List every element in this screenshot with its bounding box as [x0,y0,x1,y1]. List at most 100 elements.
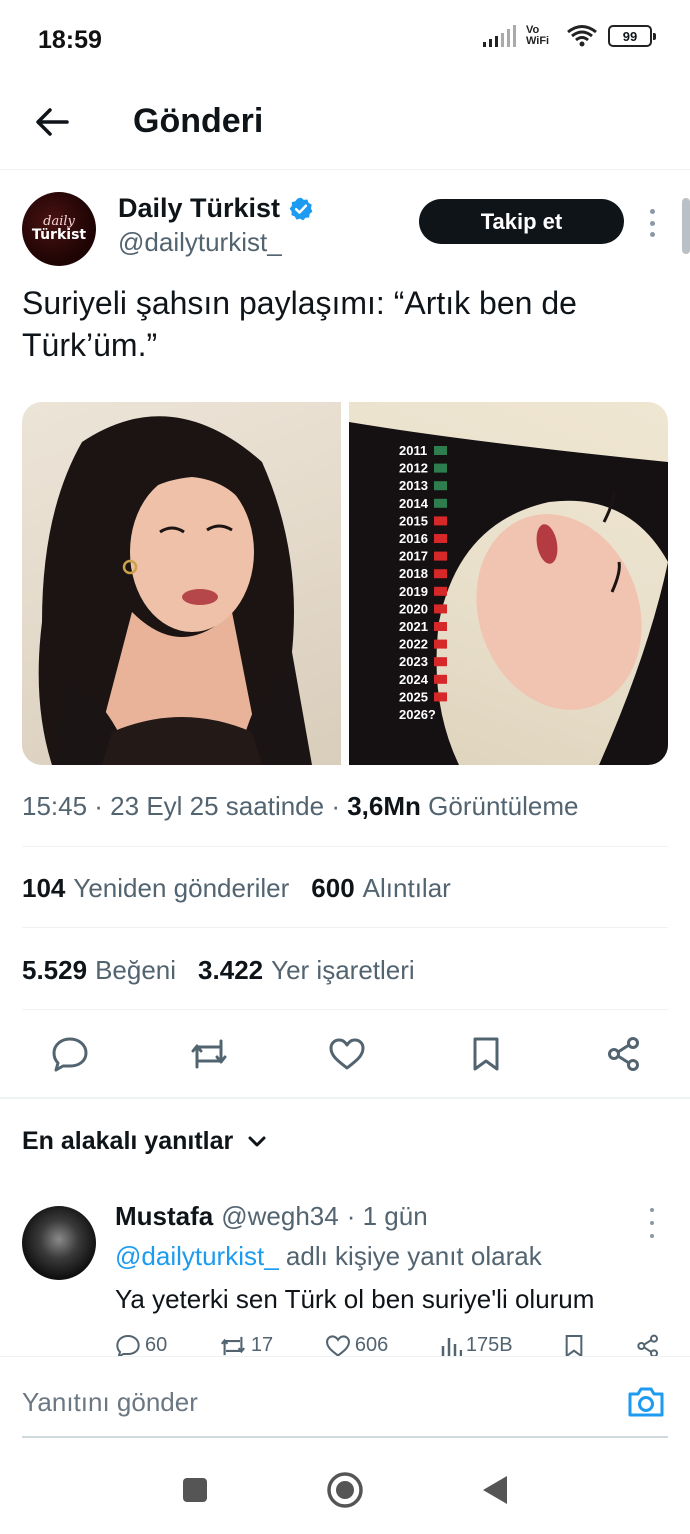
tweet-views-label: Görüntüleme [428,791,579,821]
vowifi-indicator: Vo WiFi [526,24,550,47]
reply-button[interactable] [48,1032,92,1076]
year-label: 2023 [399,654,428,669]
scrollbar[interactable] [682,198,690,254]
verified-badge-icon [289,197,313,220]
signal-icon [483,25,516,47]
nav-back-icon [483,1476,507,1504]
reply-reply-button[interactable]: 60 [115,1334,167,1356]
year-label: 2026? [399,707,436,722]
bookmarks-label: Yer işaretleri [271,955,415,985]
reply-input[interactable]: Yanıtını gönder [22,1387,198,1418]
reply-repost-count: 17 [250,1334,274,1356]
likes-count: 5.529 [22,955,88,985]
avatar-logo-text-1: daily [43,213,75,229]
tweet-timestamp-views: 15:45 · 23 Eyl 25 saatinde · 3,6Mn Görün… [22,791,578,822]
year-label: 2017 [399,549,428,564]
reply-like-button[interactable]: 606 [325,1334,388,1356]
image-1-illustration [38,416,312,765]
quotes-count: 600 [311,873,355,903]
reply-author-name[interactable]: Mustafa [115,1201,213,1232]
year-label: 2011 [399,443,427,458]
reply-views-button[interactable]: 175B [440,1334,513,1356]
share-button[interactable] [602,1032,646,1076]
year-label: 2022 [399,637,428,652]
reply-to-mention[interactable]: @dailyturkist_ [115,1241,279,1271]
author-avatar[interactable]: daily Türkist [22,192,96,266]
top-app-bar: Gönderi [0,80,690,170]
camera-button[interactable] [626,1385,666,1419]
reply-repost-button[interactable]: 17 [219,1334,273,1356]
tweet-media[interactable]: 2011 2012 2013 2014 2015 2016 2017 2018 2019 2020… [22,402,668,765]
follow-button[interactable]: Takip et [419,199,624,244]
share-icon [637,1334,658,1356]
tweet-image-1[interactable] [22,402,341,765]
back-button[interactable] [30,100,74,144]
reply-action-bar: 60 17 606 175B [115,1334,660,1356]
reply-author-handle[interactable]: @wegh34 [221,1201,338,1232]
views-icon [441,1338,462,1356]
like-button[interactable] [325,1032,369,1076]
nav-back-button[interactable] [475,1470,515,1510]
bookmark-icon [473,1037,498,1071]
nav-recents-button[interactable] [175,1470,215,1510]
tweet-image-2[interactable]: 2011 2012 2013 2014 2015 2016 2017 2018 2019 2020… [349,402,668,765]
system-nav-bar [0,1446,690,1534]
more-icon [649,209,655,214]
flag-icon [434,481,447,491]
reposts-stat[interactable]: 104 Yeniden gönderiler [22,873,289,904]
reply-more-button[interactable] [644,1208,660,1238]
reply-avatar[interactable] [22,1206,96,1280]
flag-icon [434,657,447,667]
year-label: 2021 [399,619,428,634]
back-arrow-icon [36,108,69,136]
year-label: 2018 [399,566,428,581]
more-options-button[interactable] [640,205,664,241]
year-label: 2024 [399,672,429,687]
year-label: 2012 [399,461,428,476]
bookmark-button[interactable] [464,1032,508,1076]
year-label: 2025 [399,689,428,704]
reply-sort-dropdown[interactable]: En alakalı yanıtlar [22,1127,267,1156]
reply-like-count: 606 [354,1334,389,1356]
reply-bookmark-button[interactable] [564,1334,584,1356]
repost-quote-stats: 104 Yeniden gönderiler 600 Alıntılar [22,873,451,904]
like-bookmark-stats: 5.529 Beğeni 3.422 Yer işaretleri [22,955,415,986]
bookmark-icon [565,1335,583,1356]
status-bar: 18:59 Vo WiFi 99 [0,0,690,80]
divider [22,927,668,928]
tweet-views-count: 3,6Mn [347,791,421,821]
author-handle[interactable]: @dailyturkist_ [118,227,282,258]
flag-icon [434,586,447,596]
like-icon [325,1335,350,1356]
flag-icon [434,551,447,561]
repost-button[interactable] [187,1032,231,1076]
quotes-stat[interactable]: 600 Alıntılar [311,873,451,904]
divider [22,1009,668,1010]
tweet-action-bar [22,1028,668,1080]
bookmarks-stat[interactable]: 3.422 Yer işaretleri [198,955,415,986]
likes-label: Beğeni [95,955,177,985]
wifi-icon [567,25,597,47]
author-name-label: Daily Türkist [118,193,281,223]
reply-time: · 1 gün [346,1201,428,1231]
camera-icon [628,1387,664,1417]
nav-home-button[interactable] [325,1470,365,1510]
flag-icon [434,463,447,473]
reply-sort-label: En alakalı yanıtlar [22,1127,234,1155]
year-label: 2020 [399,601,428,616]
reply-share-button[interactable] [636,1334,660,1356]
tweet-text: Suriyeli şahsın paylaşımı: “Artık ben de… [22,285,577,363]
chevron-down-icon [248,1136,266,1146]
reply-icon [116,1334,140,1356]
author-name[interactable]: Daily Türkist [118,193,314,224]
year-label: 2014 [399,496,429,511]
year-label: 2016 [399,531,428,546]
flag-icon [434,639,447,649]
battery-icon: 99 [608,25,656,47]
nav-home-icon [327,1472,363,1508]
replying-to: @dailyturkist_ adlı kişiye yanıt olarak [115,1241,542,1272]
year-label: 2013 [399,478,428,493]
flag-icon [434,622,447,631]
likes-stat[interactable]: 5.529 Beğeni [22,955,176,986]
reply-views-count: 175B [465,1334,513,1356]
